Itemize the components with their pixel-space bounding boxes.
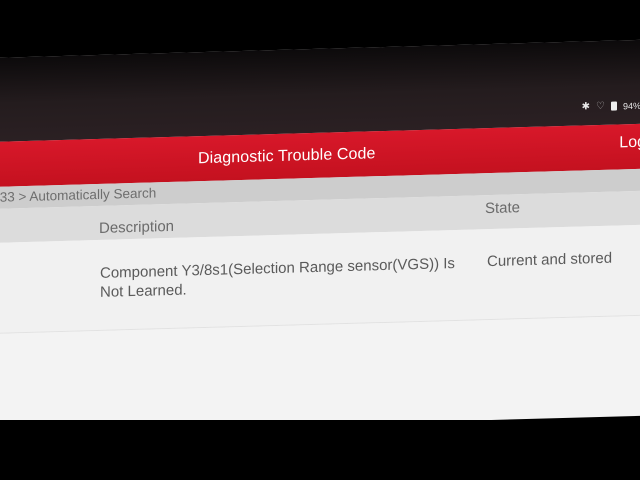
column-header-description: Description xyxy=(99,217,175,237)
status-icons: ✱ ♡ 94% 2 xyxy=(581,100,640,113)
dtc-description: Component Y3/8s1(Selection Range sensor(… xyxy=(100,255,455,301)
column-header-state: State xyxy=(485,199,521,218)
log-button[interactable]: Log xyxy=(619,134,640,153)
battery-icon xyxy=(610,101,617,111)
tablet-screen: ✱ ♡ 94% 2 Diagnostic Trouble Code Log .3… xyxy=(0,39,640,434)
signal-icon: ♡ xyxy=(596,100,605,113)
battery-percent: 94% xyxy=(622,100,640,111)
page-title: Diagnostic Trouble Code xyxy=(198,145,376,168)
photo-frame: ✱ ♡ 94% 2 Diagnostic Trouble Code Log .3… xyxy=(0,0,640,480)
letterbox-bottom xyxy=(0,420,640,480)
dtc-state: Current and stored xyxy=(487,249,613,271)
empty-list-area xyxy=(0,315,640,434)
bluetooth-icon: ✱ xyxy=(581,101,590,113)
breadcrumb-text: .33 > Automatically Search xyxy=(0,185,157,205)
